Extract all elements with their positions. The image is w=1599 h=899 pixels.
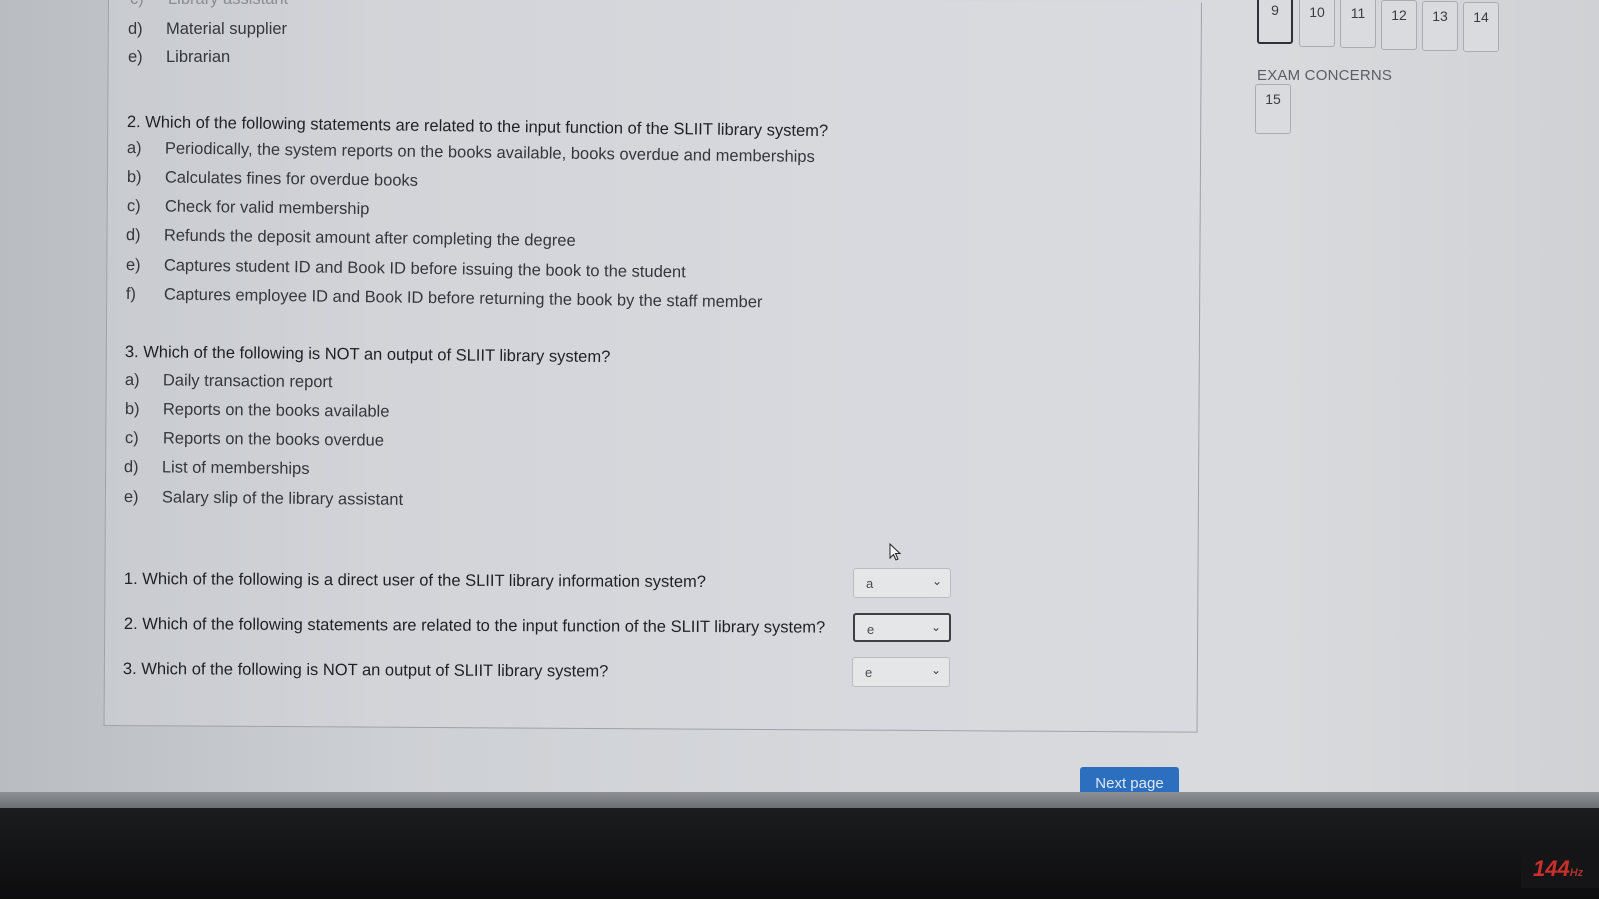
answer-1-label: 1. Which of the following is a direct us… — [123, 570, 707, 592]
option-letter: b) — [126, 168, 142, 187]
option-letter: b) — [124, 400, 140, 419]
q2-option-b: b) Calculates fines for overdue books — [127, 168, 418, 191]
option-letter: a) — [126, 139, 142, 158]
option-letter: e) — [123, 488, 139, 507]
nav-question-number: 13 — [1432, 8, 1448, 24]
nav-question-number: 14 — [1473, 9, 1489, 25]
answer-2-selected-value: e — [867, 622, 875, 637]
option-text: Calculates fines for overdue books — [164, 168, 419, 190]
q3-option-c: c) Reports on the books overdue — [125, 429, 384, 451]
refresh-rate-value: 144 — [1533, 856, 1570, 881]
refresh-rate-unit: Hz — [1569, 867, 1584, 879]
option-letter: d) — [125, 226, 141, 245]
option-letter: e) — [128, 48, 143, 66]
option-text: Librarian — [166, 48, 231, 66]
option-text: List of memberships — [161, 458, 310, 478]
q2-option-c: c) Check for valid membership — [127, 197, 370, 219]
option-text: Material supplier — [166, 20, 288, 38]
answer-2-select[interactable]: e ⌄ — [853, 613, 951, 642]
q3-option-b: b) Reports on the books available — [125, 400, 390, 422]
option-letter: c) — [130, 0, 168, 9]
option-letter: e) — [125, 256, 141, 275]
screen-bottom-edge — [0, 792, 1599, 808]
answer-3-select[interactable]: e ⌄ — [852, 657, 950, 687]
nav-question-number: 11 — [1350, 5, 1366, 21]
q1-option-e: e) Librarian — [128, 48, 230, 67]
option-letter: c) — [126, 197, 141, 216]
option-letter: a) — [124, 371, 140, 390]
nav-question-9[interactable]: 9 — [1257, 0, 1293, 44]
option-letter: c) — [124, 429, 139, 448]
q1-option-d: d) Material supplier — [128, 20, 287, 39]
nav-question-14[interactable]: 14 — [1463, 2, 1499, 52]
option-text: Salary slip of the library assistant — [161, 488, 404, 509]
answer-3-selected-value: e — [865, 665, 873, 680]
answer-2-label: 2. Which of the following statements are… — [123, 615, 826, 637]
q3-option-e: e) Salary slip of the library assistant — [124, 488, 403, 510]
q3-option-d: d) List of memberships — [124, 458, 310, 479]
answer-1-select[interactable]: a ⌄ — [853, 568, 951, 598]
nav-question-number: 12 — [1391, 7, 1407, 23]
chevron-down-icon: ⌄ — [930, 620, 941, 634]
refresh-rate-badge: 144Hz — [1521, 848, 1599, 888]
monitor-bezel — [0, 808, 1599, 899]
nav-question-number: 10 — [1309, 4, 1325, 20]
chevron-down-icon: ⌄ — [931, 574, 942, 588]
exam-concerns-label: EXAM CONCERNS — [1257, 67, 1393, 84]
option-text: Library assistant — [168, 0, 288, 8]
q1-option-c: c)Library assistant — [130, 0, 288, 9]
option-text: Reports on the books overdue — [162, 429, 385, 450]
option-text: Reports on the books available — [162, 400, 390, 421]
option-letter: f) — [125, 285, 137, 304]
q3-option-a: a) Daily transaction report — [125, 371, 333, 392]
nav-question-number: 15 — [1265, 91, 1281, 107]
option-letter: d) — [123, 458, 139, 477]
option-letter: d) — [128, 20, 143, 38]
chevron-down-icon: ⌄ — [930, 663, 941, 677]
option-text: Check for valid membership — [164, 197, 370, 219]
nav-question-13[interactable]: 13 — [1422, 1, 1458, 51]
nav-question-10[interactable]: 10 — [1299, 0, 1335, 47]
answer-1-selected-value: a — [866, 576, 874, 591]
option-text: Daily transaction report — [162, 371, 333, 392]
mouse-cursor-icon — [889, 543, 902, 561]
nav-question-11[interactable]: 11 — [1340, 0, 1376, 48]
nav-question-number: 9 — [1271, 2, 1279, 18]
nav-question-12[interactable]: 12 — [1381, 0, 1417, 50]
nav-question-15[interactable]: 15 — [1255, 84, 1291, 134]
answer-3-label: 3. Which of the following is NOT an outp… — [122, 660, 609, 681]
